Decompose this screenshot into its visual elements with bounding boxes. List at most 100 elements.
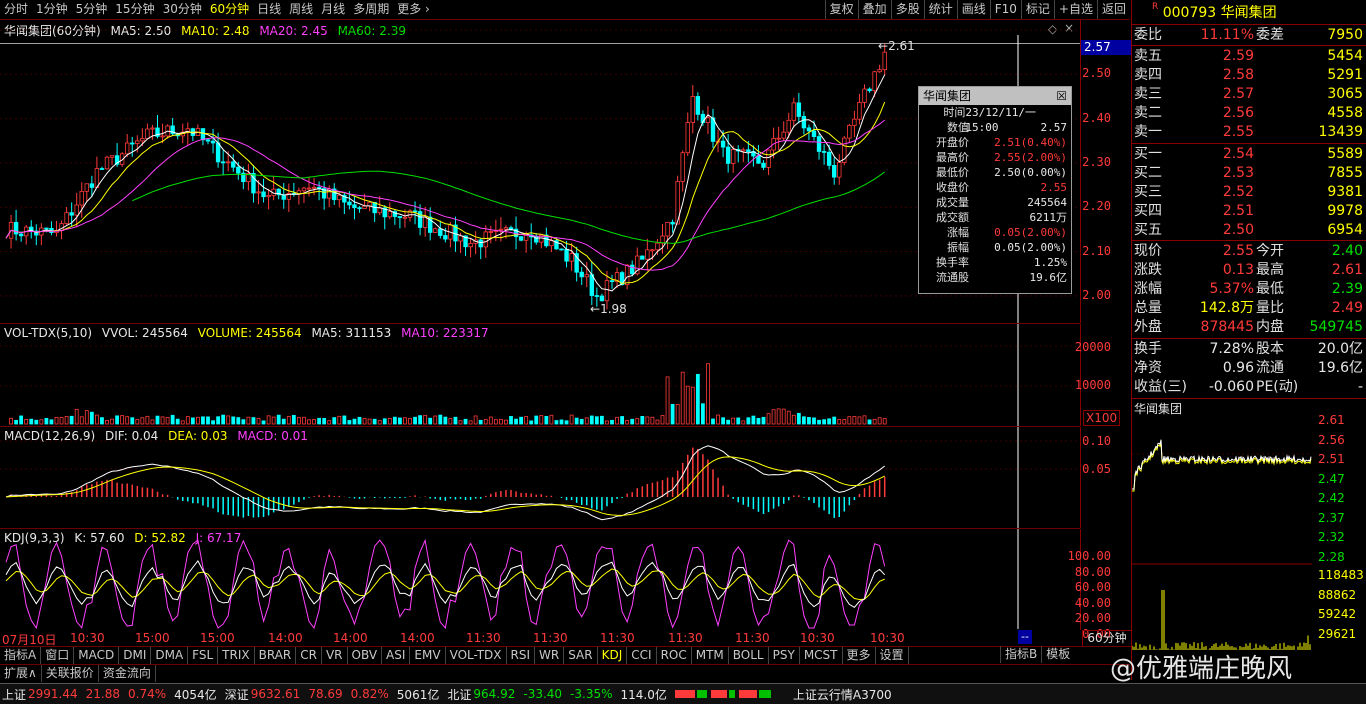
sz-index-pct: 0.82%: [350, 687, 389, 701]
time-axis-tick: 14:00: [333, 631, 368, 645]
stock-name: 华闻集团: [1220, 5, 1277, 21]
macd-panel[interactable]: MACD(12,26,9) DIF: 0.04 DEA: 0.03 MACD: …: [0, 427, 1080, 529]
weicha-label: 委差: [1256, 27, 1284, 43]
mini-price-tick: 2.47: [1318, 471, 1345, 486]
timeframe-tab[interactable]: 分时: [0, 0, 32, 19]
tooltip-value: 23/12/11/一 15:00: [965, 106, 1036, 134]
macd-axis-tick: 0.05: [1082, 462, 1111, 476]
indicator-tab[interactable]: KDJ: [598, 647, 628, 664]
indicator-tab[interactable]: 指标A: [0, 647, 42, 664]
indicator-tab[interactable]: SAR: [564, 647, 598, 664]
indicator-tab[interactable]: RSI: [507, 647, 536, 664]
volume-panel[interactable]: VOL-TDX(5,10) VVOL: 245564 VOLUME: 24556…: [0, 324, 1080, 427]
indicator-b-tab[interactable]: 模板: [1041, 646, 1074, 663]
tooltip-value: 245564: [1027, 196, 1067, 209]
kdj-chart[interactable]: [0, 529, 1080, 629]
indicator-tab[interactable]: DMI: [119, 647, 152, 664]
sh-index-pct: 0.74%: [128, 687, 167, 701]
timeframe-tab[interactable]: 多周期: [349, 0, 393, 19]
fundamental-label: 换手: [1134, 341, 1162, 357]
timeframe-tab[interactable]: 15分钟: [111, 0, 158, 19]
toolbar-button[interactable]: 画线: [956, 0, 990, 19]
intraday-mini-chart[interactable]: [1132, 414, 1312, 654]
toolbar-button[interactable]: 复权: [824, 0, 858, 19]
tooltip-row: 成交额 6211万: [919, 210, 1071, 225]
toolbar-button[interactable]: 多股: [890, 0, 924, 19]
sh-index-label[interactable]: 上证: [2, 686, 26, 703]
timeframe-tab[interactable]: 1分钟: [32, 0, 72, 19]
fundamental-value: 0.96: [1222, 360, 1254, 376]
indicator-tab[interactable]: MACD: [74, 647, 120, 664]
kdj-axis: 100.00 80.00 60.00 40.00 20.00 0.00: [1068, 529, 1131, 641]
indicator-tab[interactable]: 窗口: [41, 647, 75, 664]
indicator-tab[interactable]: OBV: [348, 647, 383, 664]
indicator-tab[interactable]: 更多: [843, 647, 876, 664]
extension-tab[interactable]: 扩展∧: [0, 665, 42, 682]
ask-row: 卖三 2.57 3065: [1134, 85, 1365, 104]
stock-header: R 000793 华闻集团: [1152, 2, 1277, 22]
fundamental-value: 19.6亿: [1317, 360, 1363, 376]
toolbar-button[interactable]: 统计: [923, 0, 957, 19]
indicator-tab[interactable]: ROC: [657, 647, 692, 664]
sz-index-label[interactable]: 深证: [225, 686, 249, 703]
quote-value: 2.40: [1331, 243, 1363, 259]
indicator-b-tab[interactable]: 指标B: [1000, 646, 1041, 663]
bz-index-label[interactable]: 北证: [447, 686, 471, 703]
indicator-tab[interactable]: EMV: [410, 647, 446, 664]
time-axis-tick: 11:30: [600, 631, 635, 645]
macd-chart[interactable]: [0, 427, 1080, 528]
indicator-tab[interactable]: BRAR: [255, 647, 297, 664]
indicator-tab[interactable]: CCI: [627, 647, 657, 664]
fundamental-label: 收益(三): [1134, 379, 1187, 395]
time-axis-tick: 10:30: [800, 631, 835, 645]
indicator-tab[interactable]: 设置: [876, 647, 909, 664]
toolbar-button[interactable]: +自选: [1053, 0, 1097, 19]
timeframe-tab[interactable]: 周线: [285, 0, 317, 19]
timeframe-tab[interactable]: 60分钟: [206, 0, 253, 19]
timeframe-tab[interactable]: 月线: [317, 0, 349, 19]
extension-tab[interactable]: 关联报价: [42, 665, 99, 682]
sh-index-value: 2991.44: [28, 687, 78, 701]
bid-price: 2.51: [1222, 203, 1254, 219]
period-label[interactable]: 60分钟: [1082, 630, 1132, 647]
volume-chart[interactable]: [0, 324, 1080, 426]
indicator-tab[interactable]: VOL-TDX: [446, 647, 507, 664]
indicator-tab[interactable]: WR: [535, 647, 565, 664]
toolbar-button[interactable]: 标记: [1020, 0, 1054, 19]
timeframe-tab[interactable]: 5分钟: [72, 0, 112, 19]
indicator-tab[interactable]: DMA: [151, 647, 189, 664]
quote-row: 涨幅 5.37% 最低 2.39: [1134, 280, 1365, 299]
timeframe-tab[interactable]: 30分钟: [159, 0, 206, 19]
vol-axis-tick: 10000: [1074, 378, 1111, 392]
mini-price-tick: 2.28: [1318, 549, 1345, 564]
indicator-tab[interactable]: BOLL: [729, 647, 769, 664]
mini-price-tick: 2.51: [1318, 452, 1345, 466]
timeframe-tab[interactable]: 更多 ›: [393, 0, 434, 19]
bid-volume: 9978: [1327, 203, 1363, 219]
indicator-tab[interactable]: FSL: [188, 647, 219, 664]
timeframe-tab[interactable]: 日线: [253, 0, 285, 19]
close-icon[interactable]: ☒: [1056, 87, 1067, 105]
quote-row: 涨跌 0.13 最高 2.61: [1134, 261, 1365, 280]
cloud-quote-label[interactable]: 上证云行情A3700: [793, 686, 892, 703]
mini-volume-tick: 29621: [1318, 626, 1357, 641]
toolbar-button[interactable]: 叠加: [857, 0, 891, 19]
indicator-tab[interactable]: ASI: [382, 647, 411, 664]
quote-label: 今开: [1256, 243, 1284, 259]
quote-label: 现价: [1134, 243, 1162, 259]
toolbar-button[interactable]: F10: [989, 0, 1021, 19]
quote-label: 内盘: [1256, 319, 1284, 335]
indicator-tab[interactable]: CR: [296, 647, 322, 664]
quote-value: 549745: [1309, 319, 1363, 335]
indicator-tab[interactable]: PSY: [769, 647, 800, 664]
indicator-tab[interactable]: MTM: [692, 647, 729, 664]
extension-tab[interactable]: 资金流向: [99, 665, 156, 682]
indicator-tab[interactable]: VR: [322, 647, 348, 664]
indicator-tab[interactable]: MCST: [800, 647, 843, 664]
kdj-axis-tick: 100.00: [1067, 549, 1111, 563]
kdj-panel[interactable]: KDJ(9,3,3) K: 57.60 D: 52.82 J: 67.17: [0, 529, 1080, 629]
tooltip-value: 2.55(2.00%): [994, 151, 1067, 164]
tooltip-row: 振幅 0.05(2.00%): [919, 240, 1071, 255]
indicator-tab[interactable]: TRIX: [218, 647, 255, 664]
toolbar-button[interactable]: 返回: [1096, 0, 1130, 19]
